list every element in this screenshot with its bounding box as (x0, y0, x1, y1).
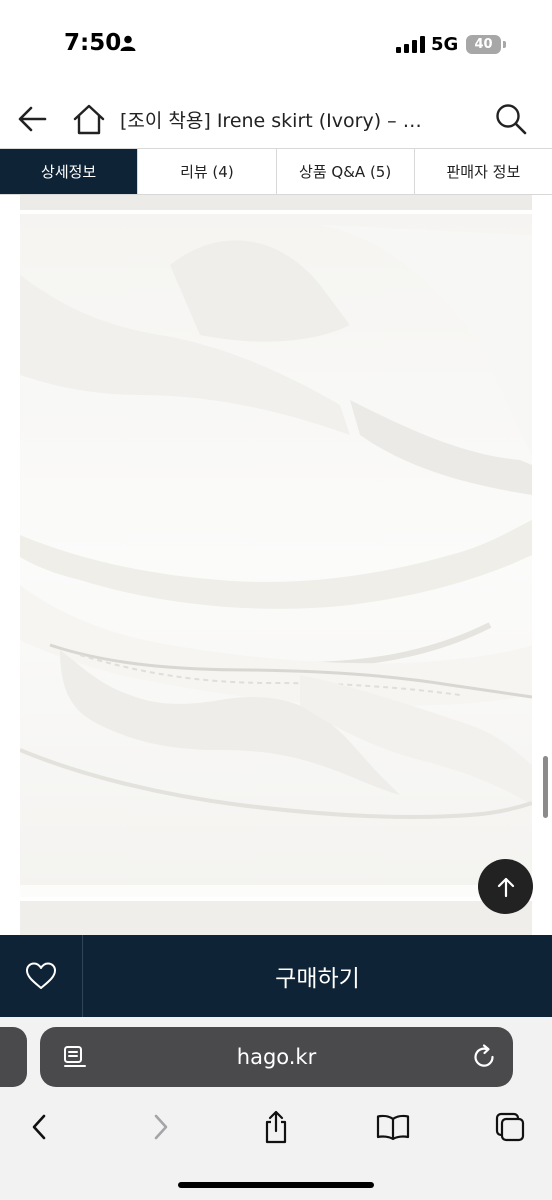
heart-outline-icon (26, 962, 56, 989)
status-bar: 7:50 5G 40 (0, 0, 552, 90)
reload-icon[interactable] (470, 1043, 498, 1071)
product-photo (20, 195, 532, 935)
status-time: 7:50 (64, 30, 122, 56)
product-detail-content (0, 195, 552, 935)
previous-tab-pill[interactable] (0, 1027, 27, 1087)
buy-button[interactable]: 구매하기 (83, 935, 552, 1017)
browser-forward-button[interactable] (138, 1105, 182, 1149)
tab-seller-info[interactable]: 판매자 정보 (414, 149, 552, 194)
product-header: [조이 착용] Irene skirt (Ivory) – … (0, 90, 552, 148)
tab-reviews[interactable]: 리뷰 (4) (138, 149, 277, 194)
share-icon (265, 1110, 287, 1144)
tabs-button[interactable] (488, 1105, 532, 1149)
back-arrow-icon[interactable] (14, 100, 52, 138)
network-label: 5G (431, 34, 459, 55)
page-title: [조이 착용] Irene skirt (Ivory) – … (120, 110, 422, 132)
arrow-up-icon (497, 877, 514, 897)
bookmarks-icon (376, 1114, 410, 1141)
battery-tip (503, 41, 506, 48)
browser-back-button[interactable] (18, 1105, 62, 1149)
tab-qna[interactable]: 상품 Q&A (5) (276, 149, 415, 194)
home-icon[interactable] (70, 100, 108, 138)
back-icon (32, 1114, 46, 1140)
signal-icon (396, 36, 425, 53)
browser-toolbar: hago.kr (0, 1017, 552, 1200)
scrollbar[interactable] (543, 756, 548, 818)
product-tabs: 상세정보 리뷰 (4) 상품 Q&A (5) 판매자 정보 (0, 148, 552, 195)
bookmarks-button[interactable] (371, 1105, 415, 1149)
tab-details[interactable]: 상세정보 (0, 149, 139, 194)
battery-icon: 40 (466, 35, 501, 54)
home-indicator (178, 1182, 374, 1188)
share-button[interactable] (254, 1105, 298, 1149)
wishlist-button[interactable] (0, 935, 83, 1017)
address-bar[interactable]: hago.kr (40, 1027, 513, 1087)
forward-icon (154, 1114, 168, 1140)
scroll-to-top-button[interactable] (478, 859, 533, 914)
search-icon[interactable] (492, 100, 530, 138)
url-text[interactable]: hago.kr (40, 1027, 513, 1087)
person-icon (120, 35, 136, 51)
purchase-bar: 구매하기 (0, 935, 552, 1017)
tabs-icon (495, 1112, 525, 1142)
